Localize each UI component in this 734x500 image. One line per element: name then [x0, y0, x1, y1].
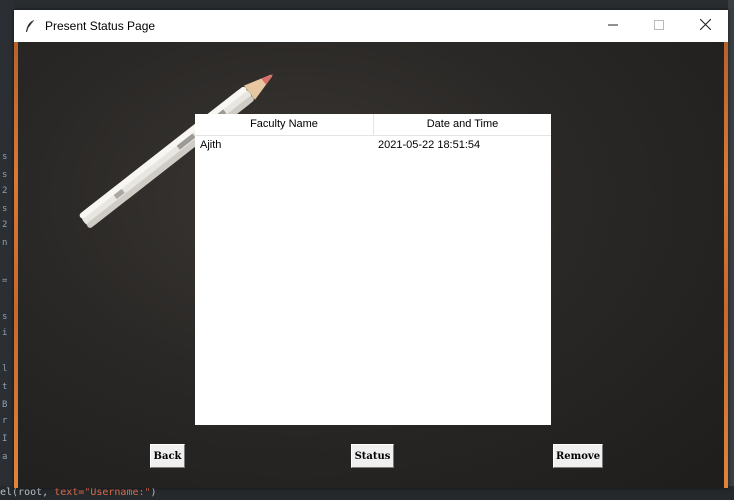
gutter-char: r [2, 416, 8, 426]
gutter-char: B [2, 400, 8, 410]
code-keyword: text= [54, 487, 85, 498]
remove-button[interactable]: Remove [553, 444, 603, 468]
column-header-date-time[interactable]: Date and Time [374, 114, 551, 135]
code-prefix: el(root, [0, 487, 55, 498]
gutter-char: s [2, 152, 8, 162]
cell-date-time: 2021-05-22 18:51:54 [378, 139, 481, 151]
gutter-char: a [2, 452, 8, 462]
back-button[interactable]: Back [150, 444, 185, 468]
maximize-button[interactable] [636, 10, 682, 42]
client-area: Faculty Name Date and Time Ajith 2021-05… [14, 42, 728, 488]
gutter-char: I [2, 434, 8, 444]
gutter-char: s [2, 204, 8, 214]
gutter-char: s [2, 312, 8, 322]
gutter-char: t [2, 382, 8, 392]
gutter-char: 2 [2, 186, 8, 196]
gutter-char: i [2, 328, 8, 338]
code-string: "Username:" [84, 487, 151, 498]
window-controls [590, 10, 728, 42]
editor-code-line: el(root, text="Username:") [0, 486, 734, 500]
gutter-char: l [2, 364, 8, 374]
title-bar[interactable]: Present Status Page [14, 10, 728, 42]
code-suffix: ) [150, 487, 157, 498]
faculty-status-table[interactable]: Faculty Name Date and Time Ajith 2021-05… [195, 114, 551, 425]
column-header-faculty-name[interactable]: Faculty Name [195, 114, 374, 135]
cell-faculty-name: Ajith [200, 139, 222, 151]
editor-gutter: s s 2 s 2 n = s i l t B r I a [0, 0, 14, 500]
wood-edge-right [724, 42, 728, 488]
gutter-char: s [2, 170, 8, 180]
feather-icon [23, 19, 37, 33]
status-button[interactable]: Status [351, 444, 394, 468]
close-icon [699, 18, 711, 34]
minimize-button[interactable] [590, 10, 636, 42]
gutter-char: = [2, 276, 8, 286]
wood-edge-left [14, 42, 18, 488]
minimize-icon [608, 18, 618, 34]
table-row[interactable]: Ajith 2021-05-22 18:51:54 [195, 136, 551, 154]
editor-right-strip [728, 0, 734, 500]
window-title: Present Status Page [45, 19, 156, 33]
maximize-icon [654, 18, 664, 34]
gutter-char: n [2, 238, 8, 248]
table-header: Faculty Name Date and Time [195, 114, 551, 136]
gutter-char: 2 [2, 220, 8, 230]
close-button[interactable] [682, 10, 728, 42]
app-window: Present Status Page Faculty Name Date an… [14, 10, 728, 488]
